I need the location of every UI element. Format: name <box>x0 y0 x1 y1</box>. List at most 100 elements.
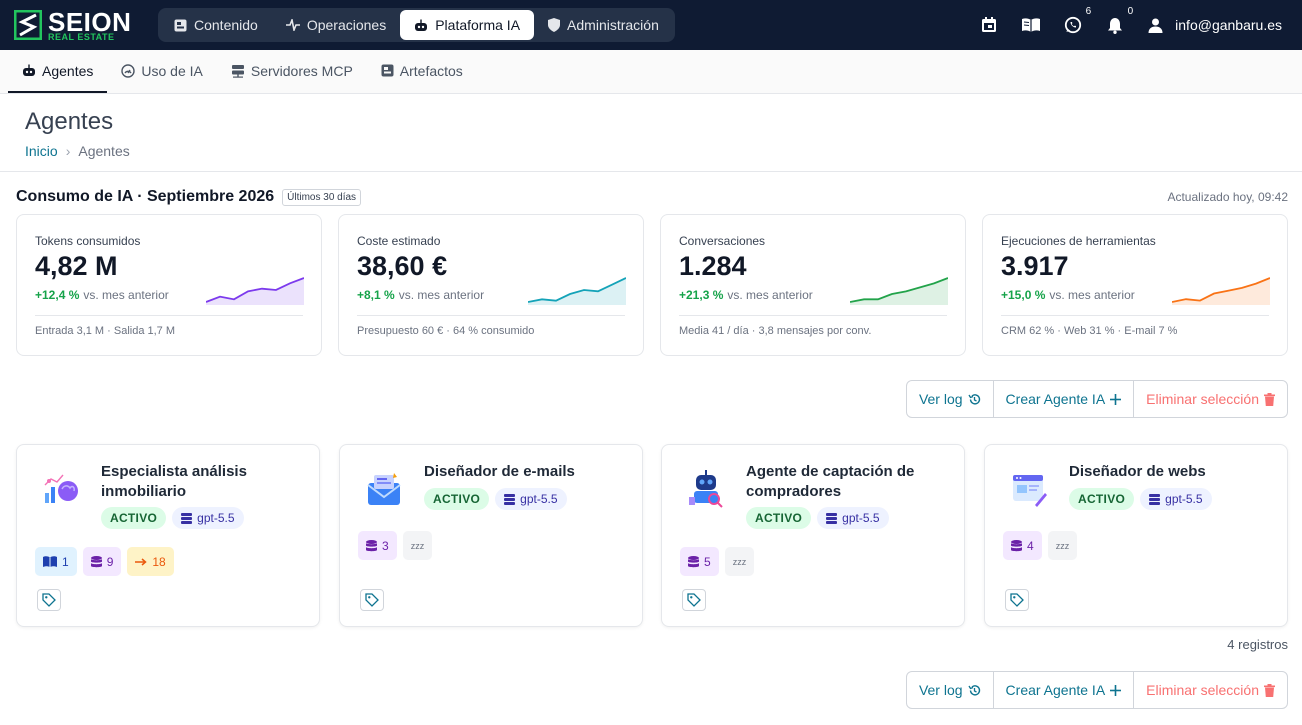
agent-card[interactable]: Especialista análisis inmobiliario ACTIV… <box>16 444 320 627</box>
tag-button[interactable] <box>682 589 706 611</box>
stat-delta: +15,0 % vs. mes anterior <box>1001 288 1135 302</box>
chip-count: 1 <box>62 554 69 569</box>
model-chip-icon <box>504 493 516 505</box>
create-agent-button[interactable]: Crear Agente IA <box>994 672 1135 708</box>
usage-title: Consumo de IA · Septiembre 2026 <box>16 188 275 205</box>
agent-name: Diseñador de e-mails <box>424 463 575 480</box>
tab-artefactos[interactable]: Artefactos <box>367 50 477 93</box>
artifact-icon <box>381 64 394 77</box>
sparkline-chart <box>1172 277 1270 305</box>
stat-value: 1.284 <box>679 251 747 281</box>
guide-button[interactable] <box>1021 15 1041 35</box>
database-chip[interactable]: 5 <box>680 547 719 576</box>
model-chip-icon <box>1149 493 1161 505</box>
database-chip[interactable]: 4 <box>1003 531 1042 560</box>
divider <box>1001 315 1269 316</box>
knowledge-chip[interactable]: 1 <box>35 547 77 576</box>
user-button[interactable] <box>1145 15 1165 35</box>
stat-delta-text: vs. mes anterior <box>398 288 485 302</box>
model-chip-icon <box>181 512 193 524</box>
model-name: gpt-5.5 <box>1165 492 1203 506</box>
brand-name: SEION <box>48 6 132 37</box>
stat-card-tool-executions: Ejecuciones de herramientas 3.917 +15,0 … <box>982 214 1288 356</box>
sleep-chip[interactable]: zzz <box>724 547 755 576</box>
database-chip[interactable]: 9 <box>82 547 122 576</box>
stat-card-conversations: Conversaciones 1.284 +21,3 % vs. mes ante… <box>660 214 966 356</box>
book-icon <box>43 556 57 567</box>
brand-logo[interactable]: SEION REAL ESTATE <box>14 9 131 41</box>
stat-card-cost: Coste estimado 38,60 € +8,1 % vs. mes ant… <box>338 214 644 356</box>
sleep-icon: zzz <box>732 556 747 567</box>
agent-name: Agente de captación de compradores <box>746 463 915 500</box>
button-label: Crear Agente IA <box>1005 682 1106 698</box>
delete-selection-button[interactable]: Eliminar selección <box>1134 381 1287 417</box>
sleep-chip[interactable]: zzz <box>402 531 433 560</box>
pulse-icon <box>285 19 300 31</box>
plus-icon <box>1110 684 1122 696</box>
period-badge: Últimos 30 días <box>282 188 362 206</box>
delete-selection-button[interactable]: Eliminar selección <box>1134 672 1287 708</box>
sparkline-area <box>850 278 948 305</box>
breadcrumb-current: Agentes <box>78 143 130 159</box>
content-icon <box>174 19 187 31</box>
stat-delta-value: +15,0 % <box>1001 288 1046 302</box>
nav-label: Operaciones <box>306 17 387 33</box>
nav-administracion[interactable]: Administración <box>534 10 673 40</box>
agent-card[interactable]: Diseñador de webs ACTIVO gpt-5.5 4 zzz <box>984 444 1288 627</box>
calendar-button[interactable] <box>979 15 999 35</box>
chip-count: 4 <box>1027 538 1034 553</box>
calendar-icon <box>982 17 997 32</box>
agent-badges: ACTIVO gpt-5.5 <box>746 507 889 529</box>
button-label: Eliminar selección <box>1146 682 1259 698</box>
view-log-button[interactable]: Ver log <box>907 672 994 708</box>
stat-delta-text: vs. mes anterior <box>1049 288 1135 302</box>
nav-plataforma-ia[interactable]: Plataforma IA <box>400 10 535 40</box>
tag-button[interactable] <box>1005 589 1029 611</box>
status-badge: ACTIVO <box>101 507 167 529</box>
stat-delta-value: +12,4 % <box>35 288 80 302</box>
create-agent-button[interactable]: Crear Agente IA <box>994 381 1135 417</box>
database-chip[interactable]: 3 <box>358 531 397 560</box>
plus-icon <box>1110 393 1122 405</box>
stat-delta-value: +8,1 % <box>357 288 395 302</box>
agent-name: Especialista análisis inmobiliario <box>101 463 247 500</box>
status-badge: ACTIVO <box>746 507 812 529</box>
tab-servidores-mcp[interactable]: Servidores MCP <box>217 50 367 93</box>
sub-nav: Agentes Uso de IA Servidores MCP Artefac… <box>0 50 1302 94</box>
chevron-right-icon: › <box>65 143 71 159</box>
stat-value: 4,82 M <box>35 251 118 281</box>
agent-card[interactable]: Agente de captación de compradores ACTIV… <box>661 444 965 627</box>
robot-search-icon <box>689 470 723 508</box>
status-badge: ACTIVO <box>1069 488 1135 510</box>
action-chip[interactable]: 18 <box>127 547 174 576</box>
divider <box>35 315 303 316</box>
divider <box>357 315 625 316</box>
email-design-icon <box>367 473 401 505</box>
agent-card[interactable]: Diseñador de e-mails ACTIVO gpt-5.5 3 zz… <box>339 444 643 627</box>
history-icon <box>967 684 980 696</box>
tag-button[interactable] <box>37 589 61 611</box>
nav-operaciones[interactable]: Operaciones <box>272 10 400 40</box>
tab-uso-ia[interactable]: Uso de IA <box>107 50 216 93</box>
trash-icon <box>1264 392 1275 406</box>
sparkline-area <box>206 278 304 305</box>
sleep-chip[interactable]: zzz <box>1047 531 1078 560</box>
user-email[interactable]: info@ganbaru.es <box>1175 17 1282 33</box>
model-chip-icon <box>826 512 838 524</box>
analytics-brain-icon <box>44 474 78 503</box>
breadcrumb-home[interactable]: Inicio <box>25 143 58 159</box>
sparkline-chart <box>850 277 948 305</box>
stat-card-tokens: Tokens consumidos 4,82 M +12,4 % vs. mes … <box>16 214 322 356</box>
user-icon <box>1148 18 1163 33</box>
tab-agentes[interactable]: Agentes <box>8 50 108 93</box>
nav-contenido[interactable]: Contenido <box>160 10 272 40</box>
stat-delta-text: vs. mes anterior <box>727 288 813 302</box>
tag-icon <box>42 593 56 607</box>
notifications-button[interactable]: 0 <box>1105 6 1133 35</box>
tag-button[interactable] <box>360 589 384 611</box>
chip-count: 3 <box>382 538 389 553</box>
updated-timestamp: Actualizado hoy, 09:42 <box>1167 190 1288 204</box>
whatsapp-button[interactable]: 6 <box>1063 6 1091 35</box>
view-log-button[interactable]: Ver log <box>907 381 994 417</box>
tab-label: Artefactos <box>399 62 463 79</box>
